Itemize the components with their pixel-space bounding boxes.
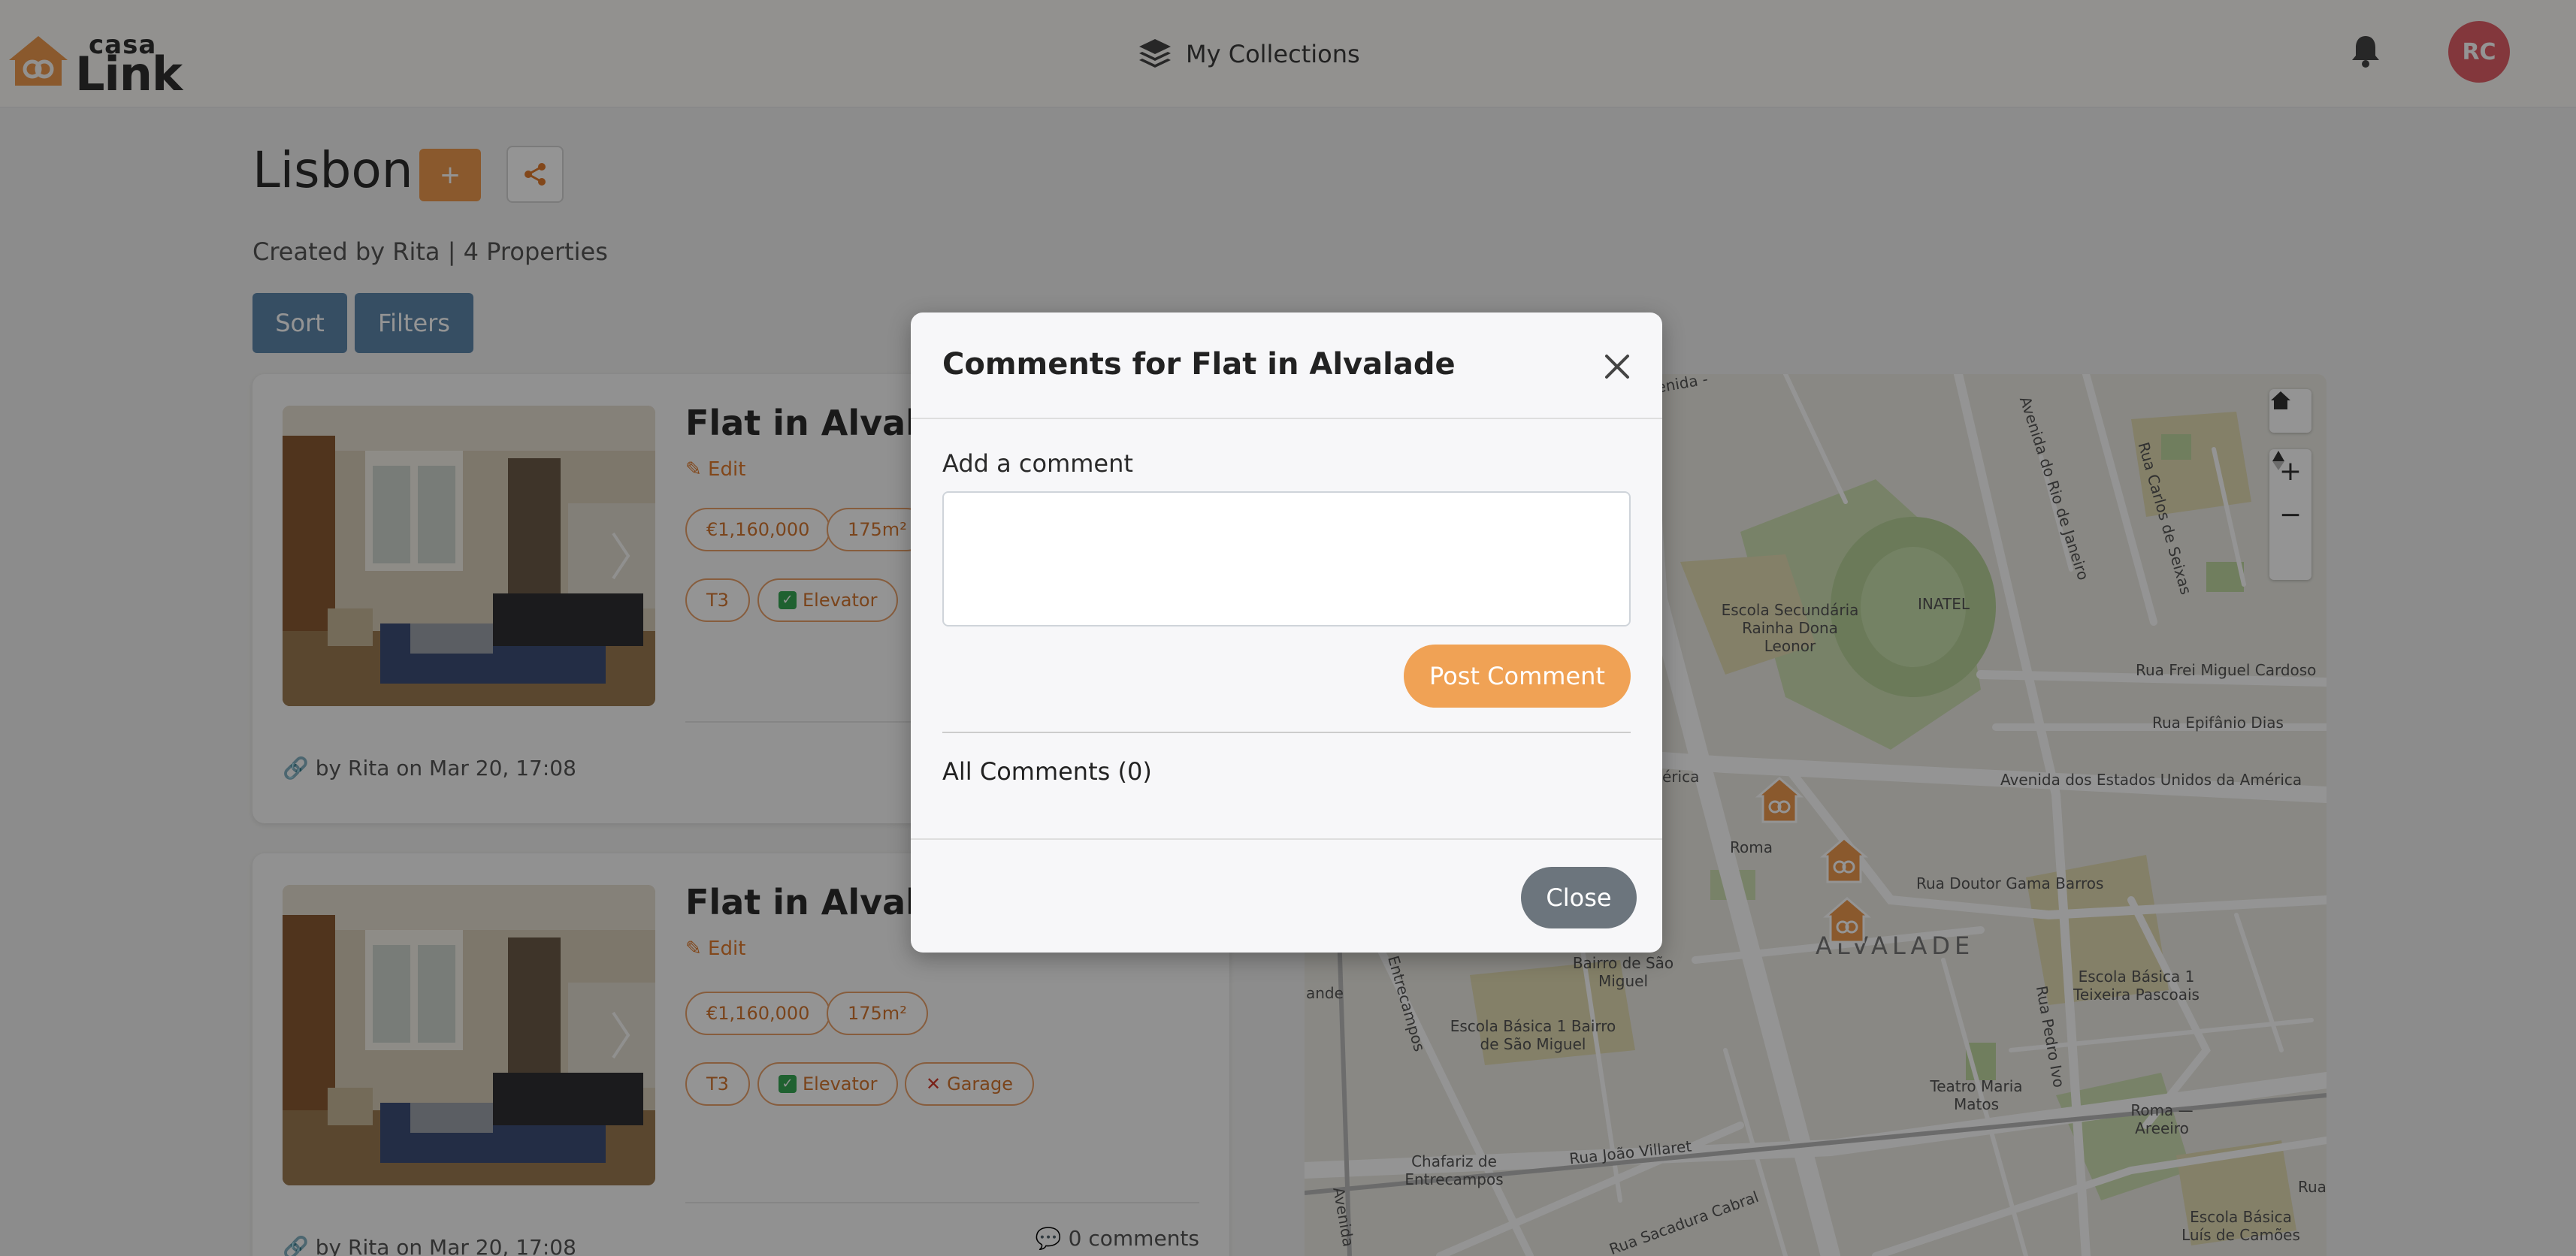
modal-footer-divider — [911, 838, 1662, 840]
close-button[interactable]: Close — [1521, 867, 1637, 928]
comments-divider — [942, 732, 1631, 733]
comments-modal: Comments for Flat in Alvalade Add a comm… — [911, 312, 1662, 953]
comment-field-label: Add a comment — [942, 449, 1133, 478]
modal-title: Comments for Flat in Alvalade — [942, 347, 1456, 382]
close-icon[interactable] — [1601, 350, 1634, 383]
comment-textarea[interactable] — [942, 491, 1631, 626]
modal-header-divider — [911, 418, 1662, 419]
all-comments-heading: All Comments (0) — [942, 757, 1152, 786]
post-comment-button[interactable]: Post Comment — [1404, 645, 1631, 708]
